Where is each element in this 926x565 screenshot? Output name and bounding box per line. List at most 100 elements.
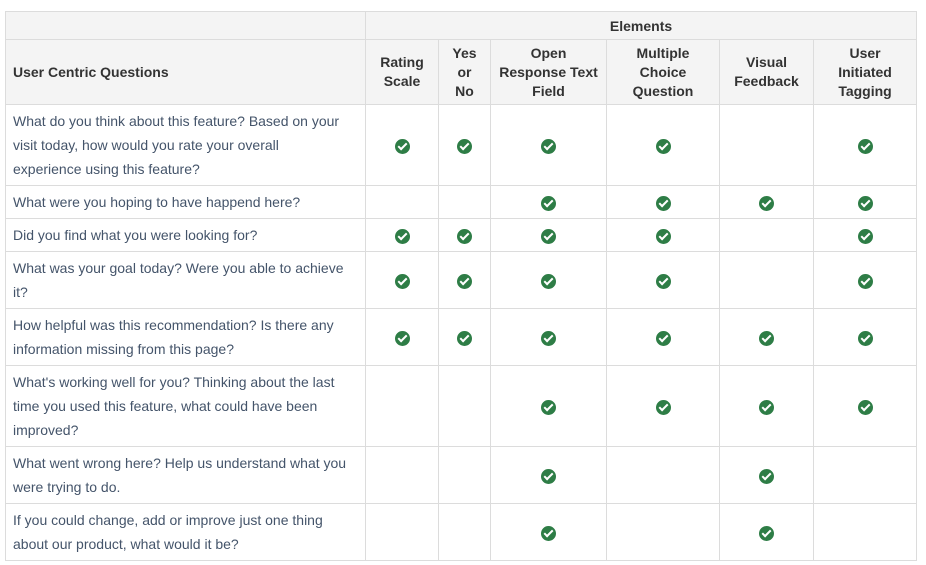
check-circle-icon: [541, 228, 556, 244]
element-cell: [490, 104, 607, 186]
element-cell: [812, 185, 918, 219]
element-cell: [719, 365, 814, 447]
element-cell: [812, 218, 918, 252]
element-cell: [719, 503, 814, 561]
table-row: What's working well for you? Thinking ab…: [5, 365, 918, 447]
element-cell: [606, 365, 720, 447]
column-header-line: Tagging: [838, 82, 892, 99]
column-header-line: or: [457, 63, 472, 80]
element-cell: [812, 104, 918, 186]
element-cell: [490, 218, 607, 252]
element-cell: [719, 251, 814, 309]
column-header-line: Initiated: [838, 63, 892, 80]
element-cell: [606, 218, 720, 252]
element-cell: [365, 503, 439, 561]
check-circle-icon: [394, 138, 410, 154]
question-cell: If you could change, add or improve just…: [5, 503, 366, 561]
question-cell: What was your goal today? Were you able …: [5, 251, 366, 309]
feedback-matrix-table: Elements User Centric Questions Rating Sc…: [5, 11, 918, 561]
element-cell: [606, 308, 720, 366]
column-header-line: Field: [532, 82, 565, 99]
column-header-line: Choice: [639, 63, 687, 80]
element-cell: [365, 218, 439, 252]
table-body: What do you think about this feature? Ba…: [5, 104, 918, 561]
column-header-line: Yes: [452, 44, 477, 61]
element-cell: [490, 446, 607, 504]
element-cell: [606, 104, 720, 186]
check-circle-icon: [541, 468, 556, 484]
element-cell: [438, 308, 491, 366]
element-cell: [812, 308, 918, 366]
element-cell: [490, 365, 607, 447]
column-header-1: Yes or No: [438, 39, 491, 105]
check-circle-icon: [857, 195, 873, 211]
check-circle-icon: [457, 330, 472, 346]
element-cell: [606, 251, 720, 309]
column-header-line: Rating: [380, 54, 424, 70]
check-circle-icon: [655, 195, 671, 211]
check-circle-icon: [541, 195, 556, 211]
column-header-line: Open: [530, 44, 567, 61]
element-cell: [365, 365, 439, 447]
element-cell: [438, 446, 491, 504]
element-cell: [812, 446, 918, 504]
question-cell: What do you think about this feature? Ba…: [5, 104, 366, 186]
column-header-3: Multiple Choice Question: [606, 39, 720, 105]
column-header-2: Open Response Text Field: [490, 39, 607, 105]
element-cell: [812, 251, 918, 309]
column-header-line: Multiple: [636, 44, 690, 61]
element-cell: [719, 218, 814, 252]
check-circle-icon: [655, 399, 671, 415]
column-header-line: Feedback: [734, 73, 799, 89]
element-cell: [365, 104, 439, 186]
element-cell: [490, 185, 607, 219]
check-circle-icon: [759, 525, 774, 541]
column-header-line: Question: [632, 82, 694, 99]
check-circle-icon: [759, 468, 774, 484]
header-column-row: User Centric Questions Rating Scale Yes or N…: [5, 39, 918, 105]
check-circle-icon: [457, 228, 472, 244]
element-cell: [490, 503, 607, 561]
header-group-row: Elements: [5, 11, 918, 40]
check-circle-icon: [759, 399, 774, 415]
element-cell: [365, 446, 439, 504]
element-cell: [365, 185, 439, 219]
table-row: What do you think about this feature? Ba…: [5, 104, 918, 186]
element-cell: [438, 185, 491, 219]
question-cell: What went wrong here? Help us understand…: [5, 446, 366, 504]
element-cell: [490, 308, 607, 366]
elements-group-header: Elements: [364, 11, 918, 40]
questions-column-header: User Centric Questions: [5, 39, 366, 105]
table-row: What went wrong here? Help us understand…: [5, 446, 918, 504]
element-cell: [719, 185, 814, 219]
element-cell: [438, 218, 491, 252]
check-circle-icon: [857, 273, 873, 289]
element-cell: [438, 104, 491, 186]
check-circle-icon: [394, 273, 410, 289]
check-circle-icon: [655, 273, 671, 289]
check-circle-icon: [541, 330, 556, 346]
column-header-0: Rating Scale: [365, 39, 439, 105]
element-cell: [719, 446, 814, 504]
table-row: Did you find what you were looking for?: [5, 218, 918, 252]
check-circle-icon: [541, 399, 556, 415]
element-cell: [719, 308, 814, 366]
column-header-line: User: [849, 44, 881, 61]
element-cell: [365, 308, 439, 366]
feedback-matrix-container: Elements User Centric Questions Rating Sc…: [5, 11, 918, 561]
question-cell: What's working well for you? Thinking ab…: [5, 365, 366, 447]
element-cell: [719, 104, 814, 186]
column-header-line: Response Text: [499, 63, 598, 80]
element-cell: [490, 251, 607, 309]
check-circle-icon: [759, 330, 774, 346]
column-header-line: Visual: [746, 54, 787, 70]
element-cell: [365, 251, 439, 309]
check-circle-icon: [541, 138, 556, 154]
element-cell: [606, 185, 720, 219]
check-circle-icon: [857, 399, 873, 415]
table-row: What was your goal today? Were you able …: [5, 251, 918, 309]
element-cell: [438, 251, 491, 309]
check-circle-icon: [759, 195, 774, 211]
element-cell: [812, 365, 918, 447]
question-cell: What were you hoping to have happend her…: [5, 185, 366, 219]
